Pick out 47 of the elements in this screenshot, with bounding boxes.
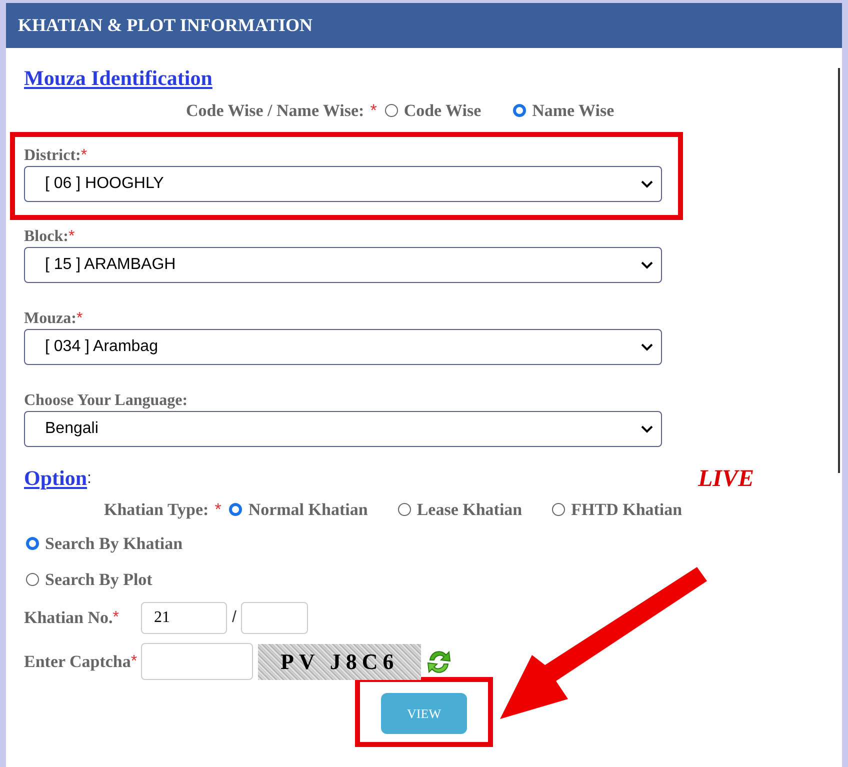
radio-label: Normal Khatian [248,498,368,520]
required-mark: * [214,498,222,520]
select-field[interactable]: [ 15 ] ARAMBAGH [24,246,662,282]
field-label: Enter Captcha [24,650,131,673]
radio-button[interactable] [513,104,526,118]
panel-title: KHATIAN & PLOT INFORMATION [18,14,313,37]
field-label: Khatian No. [24,607,113,630]
captcha-field[interactable] [141,643,254,680]
field-label: Block: [24,226,68,246]
radio-button[interactable] [552,502,566,516]
section-heading-link[interactable]: Option [24,464,88,490]
required-mark: * [68,226,75,246]
field-label: District: [24,146,81,166]
radio-label: Search By Plot [45,568,152,591]
colon-text: : [87,468,92,488]
select-field[interactable]: [ 06 ] HOOGHLY [24,166,662,202]
chevron-down-icon [641,180,653,188]
radio-button[interactable] [398,502,411,516]
required-mark: * [76,308,83,328]
required-mark: * [112,608,120,628]
radio-label: Code Wise [404,100,482,122]
text-field[interactable] [241,602,308,634]
radio-button[interactable] [229,502,242,516]
select-field[interactable]: [ 034 ] Arambag [24,328,662,364]
separator-text: / [232,608,236,628]
radio-label: Lease Khatian [416,498,522,520]
live-label: LIVE [698,464,754,494]
required-mark: * [80,146,88,166]
chevron-down-icon [641,342,653,350]
section-heading-link[interactable]: Mouza Identification [24,65,212,91]
chevron-down-icon [641,424,653,432]
chevron-down-icon [641,260,653,268]
radio-label: FHTD Khatian [571,498,682,520]
radio-button[interactable] [26,537,39,550]
field-label: Khatian Type: [104,498,209,521]
radio-label: Name Wise [532,100,614,122]
field-label: Choose Your Language: [24,390,188,410]
required-mark: * [130,652,138,670]
field-label: Mouza: [24,308,76,328]
select-field[interactable]: Bengali [24,410,662,446]
required-mark: * [370,100,377,122]
radio-label: Search By Khatian [45,533,183,555]
text-field[interactable]: 21 [141,602,228,634]
radio-button[interactable] [26,572,39,586]
mode-label: Code Wise / Name Wise: [186,100,364,122]
radio-button[interactable] [384,104,398,118]
captcha-image: PV J8C6 [258,644,422,680]
